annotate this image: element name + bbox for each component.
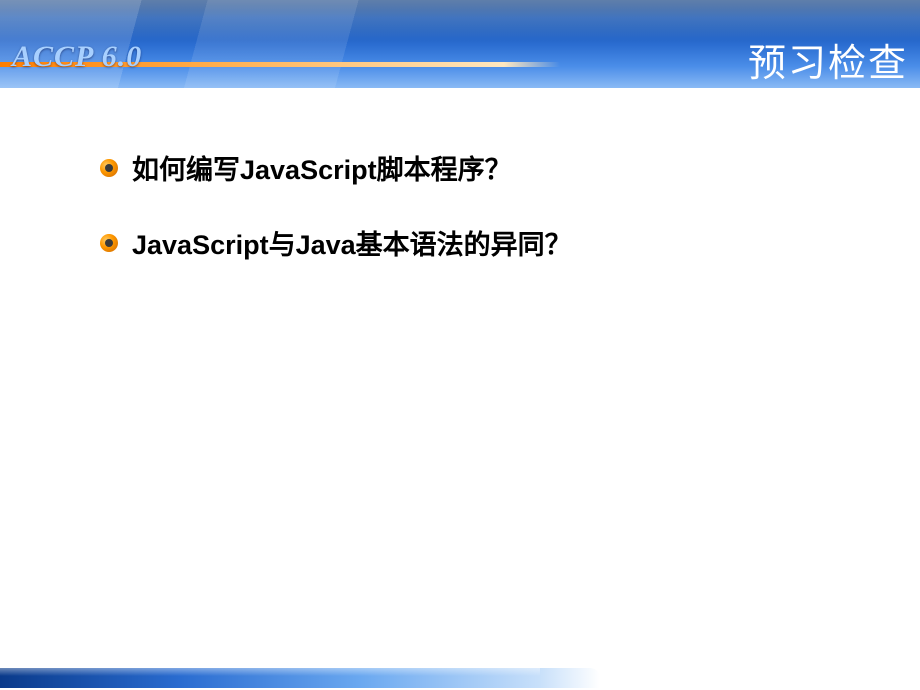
- bullet-item: JavaScript与Java基本语法的异同？: [100, 223, 870, 262]
- slide-title: 预习检查: [748, 32, 908, 87]
- bullet-icon: [100, 159, 118, 177]
- bullet-icon: [100, 234, 118, 252]
- slide-content: 如何编写JavaScript脚本程序？ JavaScript与Java基本语法的…: [0, 88, 920, 262]
- slide-header: ACCP 6.0 预习检查: [0, 0, 920, 88]
- slide-footer-bar: [0, 668, 600, 688]
- brand-logo: ACCP 6.0: [12, 40, 142, 74]
- bullet-text: JavaScript与Java基本语法的异同？: [132, 223, 572, 262]
- bullet-item: 如何编写JavaScript脚本程序？: [100, 148, 870, 187]
- bullet-text: 如何编写JavaScript脚本程序？: [132, 148, 512, 187]
